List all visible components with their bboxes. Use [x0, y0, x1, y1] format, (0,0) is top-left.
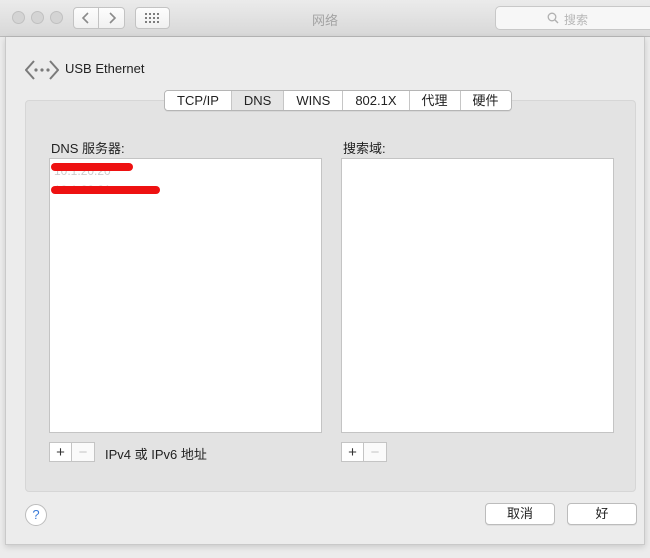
- add-search-domain-button[interactable]: +: [341, 442, 364, 462]
- cancel-button[interactable]: 取消: [485, 503, 555, 525]
- add-dns-server-button[interactable]: +: [49, 442, 72, 462]
- help-icon: ?: [32, 507, 40, 522]
- search-placeholder: 搜索: [564, 13, 589, 27]
- tab-bar: TCP/IP DNS WINS 802.1X 代理 硬件: [164, 90, 512, 111]
- dns-servers-label: DNS 服务器:: [51, 141, 125, 156]
- interface-name: USB Ethernet: [65, 61, 145, 76]
- dns-settings-sheet: USB Ethernet TCP/IP DNS WINS 802.1X 代理 硬…: [5, 37, 645, 545]
- title-bar: 网络 搜索: [0, 0, 650, 37]
- search-domains-label: 搜索域:: [343, 141, 386, 156]
- remove-search-domain-button[interactable]: −: [364, 442, 387, 462]
- tab-hardware[interactable]: 硬件: [460, 91, 511, 110]
- tab-wins[interactable]: WINS: [284, 91, 344, 110]
- help-button[interactable]: ?: [25, 504, 47, 526]
- address-hint: IPv4 或 IPv6 地址: [105, 447, 207, 462]
- tab-dns[interactable]: DNS: [231, 91, 285, 110]
- dns-add-remove: + −: [49, 442, 95, 462]
- network-interface-icon: [25, 60, 59, 80]
- search-domain-add-remove: + −: [341, 442, 387, 462]
- search-domains-list[interactable]: [341, 158, 614, 433]
- redaction-mark: [51, 186, 160, 194]
- search-icon: [547, 12, 559, 24]
- search-field[interactable]: 搜索: [495, 6, 650, 30]
- remove-dns-server-button[interactable]: −: [72, 442, 95, 462]
- redaction-mark: [51, 163, 133, 171]
- ok-button[interactable]: 好: [567, 503, 637, 525]
- tab-proxy[interactable]: 代理: [409, 91, 461, 110]
- tab-8021x[interactable]: 802.1X: [343, 91, 410, 110]
- dns-servers-list[interactable]: 10.1.20.20 10.1.20.21: [49, 158, 322, 433]
- tab-tcpip[interactable]: TCP/IP: [165, 91, 232, 110]
